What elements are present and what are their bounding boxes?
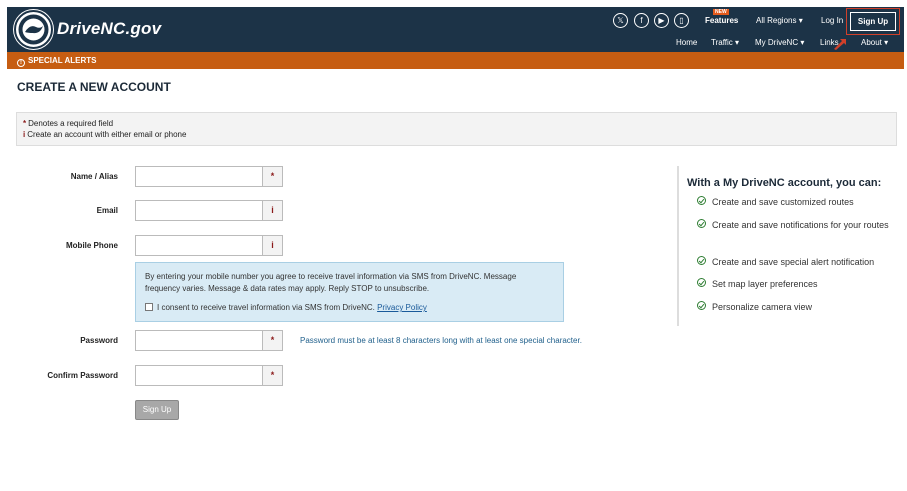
required-note: * Denotes a required field xyxy=(23,119,113,128)
site-logo-text[interactable]: DriveNC.gov xyxy=(57,19,161,39)
benefits-title: With a My DriveNC account, you can: xyxy=(687,177,882,189)
sms-consent-checkbox[interactable] xyxy=(145,303,153,311)
special-alerts-label: SPECIAL ALERTS xyxy=(28,56,97,65)
mobile-phone-label: Mobile Phone xyxy=(66,241,118,250)
required-asterisk-icon: * xyxy=(262,365,283,386)
check-circle-icon xyxy=(697,219,706,228)
check-circle-icon xyxy=(697,278,706,287)
x-icon[interactable]: 𝕏 xyxy=(613,13,628,28)
benefit-text: Set map layer preferences xyxy=(712,279,818,289)
site-header: DriveNC.gov 𝕏 f ▶ ▯ NEW Features All Reg… xyxy=(7,7,904,52)
password-hint: Password must be at least 8 characters l… xyxy=(300,336,582,345)
login-link[interactable]: Log In xyxy=(821,16,843,25)
name-label: Name / Alias xyxy=(70,172,118,181)
confirm-password-input[interactable] xyxy=(135,365,263,386)
nav-my-drivenc[interactable]: My DriveNC ▾ xyxy=(755,38,804,47)
account-benefits-panel: With a My DriveNC account, you can: Crea… xyxy=(677,166,903,326)
password-label: Password xyxy=(80,336,118,345)
required-note-text: Denotes a required field xyxy=(28,119,114,128)
benefit-text: Create and save customized routes xyxy=(712,197,854,207)
password-input[interactable] xyxy=(135,330,263,351)
email-or-phone-text: Create an account with either email or p… xyxy=(27,130,187,139)
mobile-phone-input[interactable] xyxy=(135,235,263,256)
check-circle-icon xyxy=(697,256,706,265)
benefit-text: Create and save special alert notificati… xyxy=(712,257,875,267)
signup-highlight: Sign Up xyxy=(846,8,900,35)
email-or-phone-note: i Create an account with either email or … xyxy=(23,130,186,139)
header-signup-button[interactable]: Sign Up xyxy=(850,12,896,31)
sms-consent-line: I consent to receive travel information … xyxy=(157,303,427,312)
required-asterisk-icon: * xyxy=(262,166,283,187)
features-link[interactable]: Features xyxy=(705,16,738,25)
email-info-icon[interactable]: i xyxy=(262,200,283,221)
special-alerts-bar[interactable]: ! SPECIAL ALERTS xyxy=(7,52,904,69)
check-circle-icon xyxy=(697,196,706,205)
info-circle-icon: ! xyxy=(17,59,25,67)
benefit-text: Personalize camera view xyxy=(712,302,813,312)
asterisk-icon: * xyxy=(23,119,27,128)
signup-submit-button[interactable]: Sign Up xyxy=(135,400,179,420)
cursor-icon xyxy=(834,39,846,50)
mobile-app-icon[interactable]: ▯ xyxy=(674,13,689,28)
sms-consent-text: I consent to receive travel information … xyxy=(157,303,375,312)
facebook-icon[interactable]: f xyxy=(634,13,649,28)
sms-notice: By entering your mobile number you agree… xyxy=(145,272,517,293)
phone-info-icon[interactable]: i xyxy=(262,235,283,256)
email-input[interactable] xyxy=(135,200,263,221)
required-asterisk-icon: * xyxy=(262,330,283,351)
confirm-password-label: Confirm Password xyxy=(47,371,118,380)
youtube-icon[interactable]: ▶ xyxy=(654,13,669,28)
check-circle-icon xyxy=(697,301,706,310)
benefit-text: Create and save notifications for your r… xyxy=(712,220,889,230)
privacy-policy-link[interactable]: Privacy Policy xyxy=(377,303,427,312)
new-badge: NEW xyxy=(713,9,729,15)
required-info-box: * Denotes a required field i Create an acc… xyxy=(16,112,897,146)
nav-about[interactable]: About ▾ xyxy=(861,38,888,47)
nav-home[interactable]: Home xyxy=(676,38,697,47)
name-input[interactable] xyxy=(135,166,263,187)
page-title: CREATE A NEW ACCOUNT xyxy=(17,80,171,94)
nc-dot-seal-icon[interactable] xyxy=(14,10,53,49)
nav-traffic[interactable]: Traffic ▾ xyxy=(711,38,739,47)
info-icon: i xyxy=(23,130,26,139)
sms-consent-box: By entering your mobile number you agree… xyxy=(135,262,564,322)
all-regions-dropdown[interactable]: All Regions ▾ xyxy=(756,16,803,25)
email-label: Email xyxy=(96,206,118,215)
